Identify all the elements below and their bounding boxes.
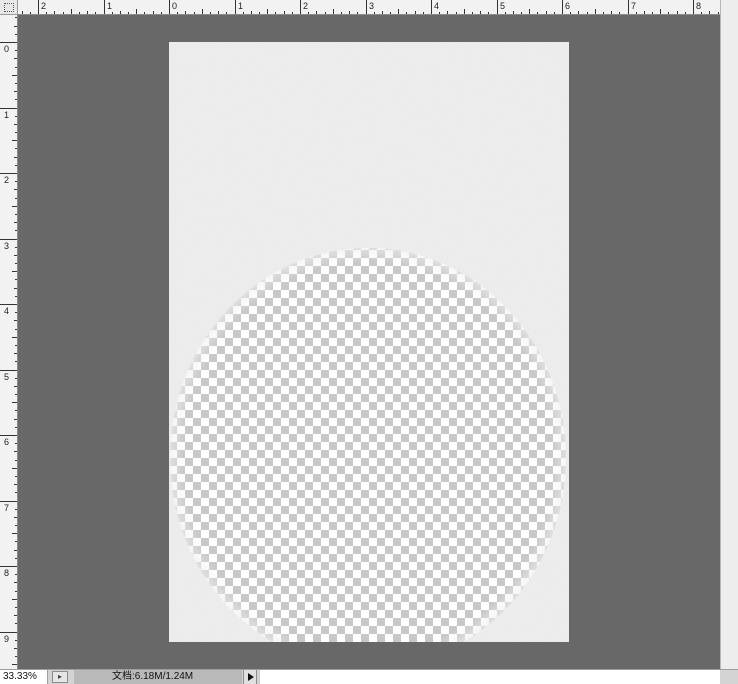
ruler-label: 8	[4, 568, 9, 578]
status-menu-arrow-icon[interactable]	[243, 670, 257, 684]
ruler-label: 0	[172, 1, 177, 11]
ruler-label: 9	[4, 634, 9, 644]
ruler-label: 4	[434, 1, 439, 11]
ruler-label: 6	[4, 437, 9, 447]
ruler-label: 1	[4, 110, 9, 120]
ruler-label: 2	[303, 1, 308, 11]
horizontal-scrollbar[interactable]	[259, 670, 720, 684]
ruler-label: 5	[4, 372, 9, 382]
ruler-label: 6	[565, 1, 570, 11]
ruler-label: 8	[696, 1, 701, 11]
ruler-label: 7	[631, 1, 636, 11]
document-info: 文档:6.18M/1.24M	[74, 670, 242, 684]
preview-icon[interactable]: ▸	[52, 671, 68, 683]
ruler-label: 2	[4, 175, 9, 185]
pasteboard[interactable]	[18, 15, 720, 669]
ruler-label: 1	[107, 1, 112, 11]
scrollbar-corner	[720, 670, 738, 684]
status-bar: 33.33% ▸ 文档:6.18M/1.24M	[0, 669, 738, 684]
ruler-label: 3	[4, 241, 9, 251]
ruler-label: 4	[4, 306, 9, 316]
ruler-label: 7	[4, 503, 9, 513]
zoom-level-field[interactable]: 33.33%	[0, 670, 48, 684]
ruler-label: 2	[41, 1, 46, 11]
ruler-origin-corner[interactable]	[0, 0, 18, 15]
ruler-label: 1	[238, 1, 243, 11]
ruler-label: 0	[4, 44, 9, 54]
vertical-scrollbar[interactable]	[720, 0, 738, 669]
ruler-label: 3	[369, 1, 374, 11]
horizontal-ruler[interactable]: 2 1 0 1 2 3 4 5 6 7 8	[18, 0, 720, 15]
document-canvas[interactable]	[169, 42, 569, 642]
vertical-ruler[interactable]: 0 1 2 3 4 5 6 7 8 9	[0, 15, 18, 669]
ruler-label: 5	[500, 1, 505, 11]
document-image	[169, 42, 569, 642]
